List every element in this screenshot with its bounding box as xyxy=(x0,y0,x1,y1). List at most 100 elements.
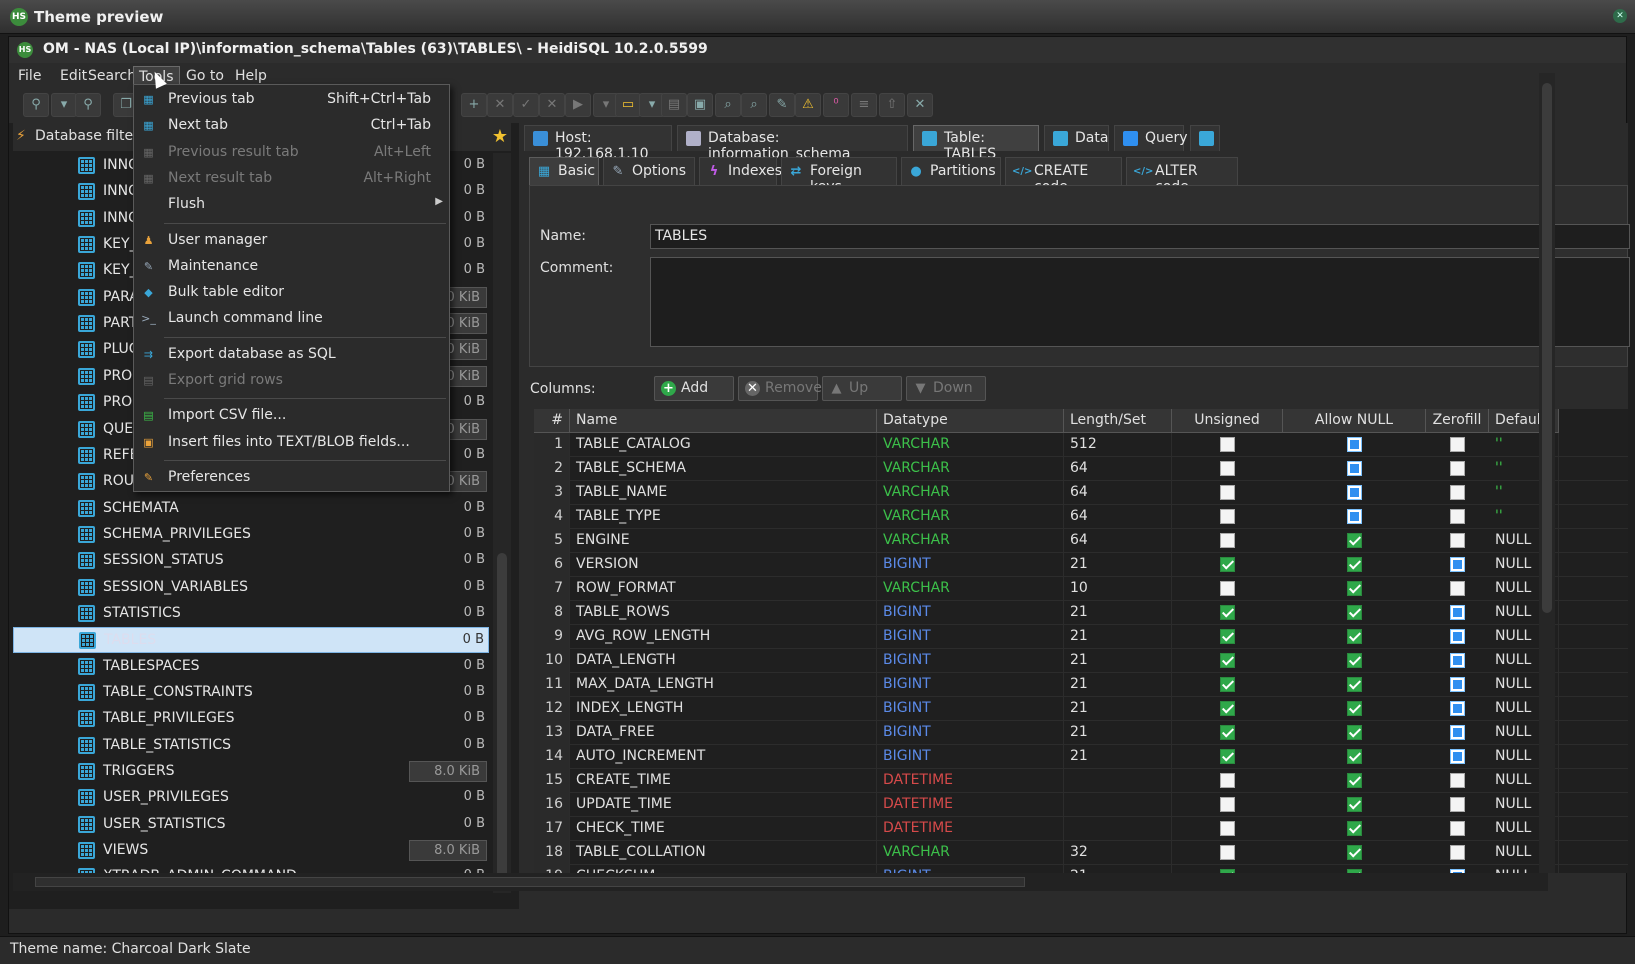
subtab-alter-code[interactable]: </>ALTER code xyxy=(1126,157,1238,195)
stop-icon[interactable]: ✕ xyxy=(539,93,565,117)
tree-item[interactable]: TABLE_CONSTRAINTS 0 B xyxy=(13,680,489,706)
length-cell[interactable]: 21 xyxy=(1064,697,1172,721)
menu-item-next-result-tab[interactable]: ▦ Next result tab Alt+Right xyxy=(134,166,449,192)
table-row[interactable]: 14 AUTO_INCREMENT BIGINT 21 NULL xyxy=(534,745,1628,769)
print-icon[interactable]: ▤ xyxy=(661,93,687,117)
tree-item[interactable]: SESSION_VARIABLES 0 B xyxy=(13,575,489,601)
unsigned-checkbox[interactable] xyxy=(1220,581,1235,596)
table-name-input[interactable]: TABLES xyxy=(650,224,1630,249)
table-row[interactable]: 2 TABLE_SCHEMA VARCHAR 64 '' xyxy=(534,457,1628,481)
zerofill-checkbox[interactable] xyxy=(1450,653,1465,668)
length-cell[interactable]: 64 xyxy=(1064,457,1172,481)
column-name-cell[interactable]: CREATE_TIME xyxy=(570,769,877,793)
tree-item[interactable]: TRIGGERS 8.0 KiB xyxy=(13,759,489,785)
tree-scrollbar-thumb[interactable] xyxy=(497,553,507,883)
menu-item-preferences[interactable]: ✎ Preferences xyxy=(134,465,449,491)
run-icon[interactable]: ▶ xyxy=(565,93,591,117)
subtab-foreign-keys[interactable]: ⇄Foreign keys xyxy=(781,157,897,195)
column-header[interactable]: Allow NULL xyxy=(1283,409,1426,433)
unsigned-checkbox[interactable] xyxy=(1220,629,1235,644)
zerofill-checkbox[interactable] xyxy=(1450,845,1465,860)
horizontal-scrollbar-thumb[interactable] xyxy=(35,877,1025,887)
menu-item-launch-command-line[interactable]: >_ Launch command line xyxy=(134,306,449,332)
datatype-cell[interactable]: VARCHAR xyxy=(877,457,1064,481)
save-icon[interactable]: ▣ xyxy=(687,93,713,117)
menu-item-previous-result-tab[interactable]: ▦ Previous result tab Alt+Left xyxy=(134,140,449,166)
tab-query[interactable]: Query xyxy=(1114,125,1188,151)
tree-item[interactable]: TABLE_STATISTICS 0 B xyxy=(13,733,489,759)
subtab-create-code[interactable]: </>CREATE code xyxy=(1005,157,1122,195)
subtab-partitions[interactable]: ● Partitions xyxy=(901,157,1001,185)
datatype-cell[interactable]: BIGINT xyxy=(877,601,1064,625)
datatype-cell[interactable]: BIGINT xyxy=(877,865,1064,873)
zerofill-checkbox[interactable] xyxy=(1450,437,1465,452)
horizontal-scrollbar[interactable] xyxy=(13,873,1548,891)
close-icon[interactable]: ✕ xyxy=(1613,9,1627,23)
datatype-cell[interactable]: BIGINT xyxy=(877,697,1064,721)
warning-icon[interactable]: ⚠ xyxy=(795,93,821,117)
column-name-cell[interactable]: AVG_ROW_LENGTH xyxy=(570,625,877,649)
cancel-icon[interactable]: ✕ xyxy=(487,93,513,117)
allow-null-checkbox[interactable] xyxy=(1347,653,1362,668)
column-header[interactable]: Zerofill xyxy=(1426,409,1489,433)
table-row[interactable]: 4 TABLE_TYPE VARCHAR 64 '' xyxy=(534,505,1628,529)
datatype-cell[interactable]: VARCHAR xyxy=(877,433,1064,457)
zerofill-checkbox[interactable] xyxy=(1450,725,1465,740)
allow-null-checkbox[interactable] xyxy=(1347,437,1362,452)
tab-table[interactable]: Table: TABLES xyxy=(913,125,1039,162)
datatype-cell[interactable]: BIGINT xyxy=(877,745,1064,769)
folder-icon[interactable]: ▭ xyxy=(615,93,641,117)
datatype-cell[interactable]: BIGINT xyxy=(877,553,1064,577)
column-header[interactable]: Datatype xyxy=(877,409,1064,433)
length-cell[interactable]: 10 xyxy=(1064,577,1172,601)
favorites-star-icon[interactable]: ★ xyxy=(489,126,511,148)
subtab-options[interactable]: ✎ Options xyxy=(603,157,695,185)
menu-file[interactable]: File xyxy=(13,66,46,86)
length-cell[interactable]: 21 xyxy=(1064,721,1172,745)
tab-host[interactable]: Host: 192.168.1.10 xyxy=(524,125,672,162)
column-name-cell[interactable]: CHECKSUM xyxy=(570,865,877,873)
unsigned-checkbox[interactable] xyxy=(1220,653,1235,668)
search-icon[interactable]: ⌕ xyxy=(715,93,741,117)
datatype-cell[interactable]: VARCHAR xyxy=(877,577,1064,601)
table-row[interactable]: 6 VERSION BIGINT 21 NULL xyxy=(534,553,1628,577)
table-row[interactable]: 5 ENGINE VARCHAR 64 NULL xyxy=(534,529,1628,553)
allow-null-checkbox[interactable] xyxy=(1347,557,1362,572)
grid-scrollbar-thumb[interactable] xyxy=(1542,83,1552,613)
zerofill-checkbox[interactable] xyxy=(1450,821,1465,836)
column-name-cell[interactable]: TABLE_ROWS xyxy=(570,601,877,625)
format-icon[interactable]: ✎ xyxy=(769,93,795,117)
allow-null-checkbox[interactable] xyxy=(1347,509,1362,524)
zerofill-checkbox[interactable] xyxy=(1450,509,1465,524)
allow-null-checkbox[interactable] xyxy=(1347,533,1362,548)
table-row[interactable]: 11 MAX_DATA_LENGTH BIGINT 21 NULL xyxy=(534,673,1628,697)
allow-null-checkbox[interactable] xyxy=(1347,677,1362,692)
menu-help[interactable]: Help xyxy=(230,66,272,86)
zerofill-checkbox[interactable] xyxy=(1450,749,1465,764)
table-row[interactable]: 9 AVG_ROW_LENGTH BIGINT 21 NULL xyxy=(534,625,1628,649)
length-cell[interactable]: 21 xyxy=(1064,649,1172,673)
length-cell[interactable]: 64 xyxy=(1064,529,1172,553)
column-name-cell[interactable]: VERSION xyxy=(570,553,877,577)
menu-item-bulk-table-editor[interactable]: ◆ Bulk table editor xyxy=(134,280,449,306)
unsigned-checkbox[interactable] xyxy=(1220,509,1235,524)
table-row[interactable]: 8 TABLE_ROWS BIGINT 21 NULL xyxy=(534,601,1628,625)
column-header[interactable]: Name xyxy=(570,409,877,433)
menu-item-previous-tab[interactable]: ▦ Previous tab Shift+Ctrl+Tab xyxy=(134,87,449,113)
allow-null-checkbox[interactable] xyxy=(1347,485,1362,500)
allow-null-checkbox[interactable] xyxy=(1347,773,1362,788)
unsigned-checkbox[interactable] xyxy=(1220,725,1235,740)
unsigned-checkbox[interactable] xyxy=(1220,533,1235,548)
tree-item[interactable]: SCHEMATA 0 B xyxy=(13,496,489,522)
allow-null-checkbox[interactable] xyxy=(1347,749,1362,764)
find-icon[interactable]: ⌕ xyxy=(741,93,767,117)
datatype-cell[interactable]: DATETIME xyxy=(877,793,1064,817)
table-row[interactable]: 19CHECKSUMBIGINT21NULL xyxy=(534,865,1628,873)
column-name-cell[interactable]: ENGINE xyxy=(570,529,877,553)
table-row[interactable]: 16 UPDATE_TIME DATETIME NULL xyxy=(534,793,1628,817)
allow-null-checkbox[interactable] xyxy=(1347,629,1362,644)
dropdown-icon[interactable]: ▾ xyxy=(51,93,77,117)
allow-null-checkbox[interactable] xyxy=(1347,845,1362,860)
up-column-button[interactable]: ▲ Up xyxy=(822,376,902,401)
column-name-cell[interactable]: DATA_FREE xyxy=(570,721,877,745)
